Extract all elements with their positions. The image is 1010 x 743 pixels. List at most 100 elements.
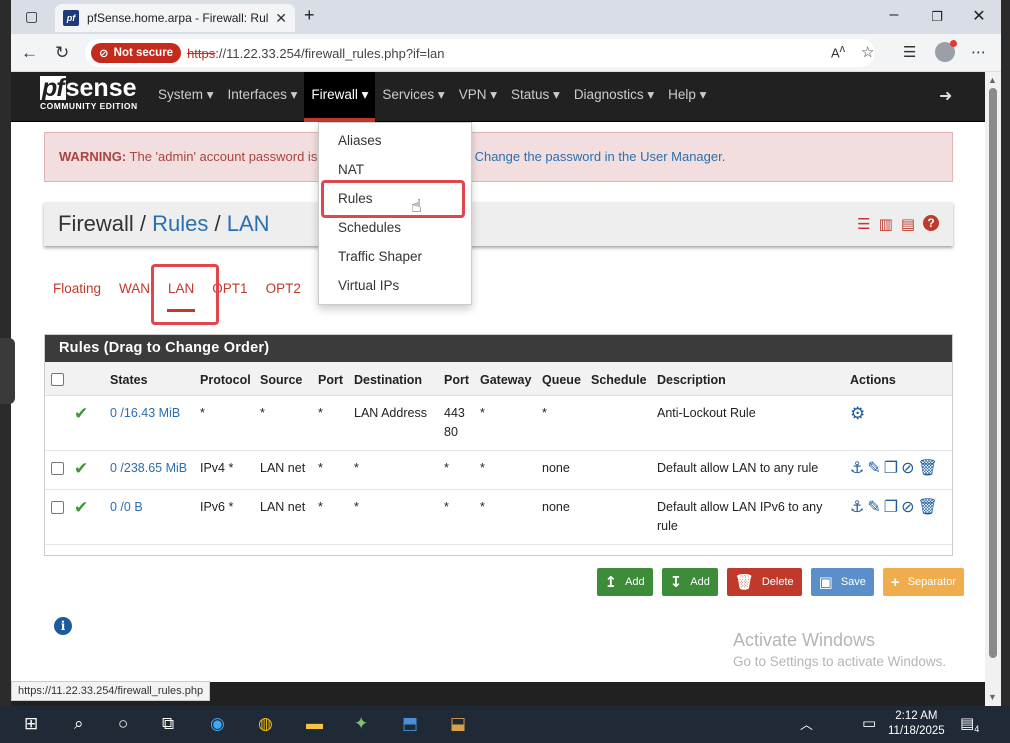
bar-chart-icon[interactable]: ▥ xyxy=(879,215,893,233)
logout-icon[interactable]: ➜ xyxy=(939,86,952,106)
menu-system[interactable]: System ▾ xyxy=(151,72,221,122)
not-secure-badge[interactable]: ⊘ Not secure xyxy=(91,43,182,63)
menu-status[interactable]: Status ▾ xyxy=(504,72,567,122)
edit-pencil-icon[interactable]: ✎ xyxy=(867,498,880,517)
anchor-icon[interactable]: ⚓ xyxy=(850,498,864,517)
enabled-check-icon[interactable]: ✔ xyxy=(74,498,88,517)
close-tab-icon[interactable]: ✕ xyxy=(275,10,287,27)
browser-tab[interactable]: pf pfSense.home.arpa - Firewall: Rul ✕ xyxy=(55,4,295,32)
restore-icon[interactable]: ❐ xyxy=(927,9,947,25)
save-label: Save xyxy=(840,576,866,588)
add-rule-top-button[interactable]: ↥ Add xyxy=(596,568,653,596)
disable-icon[interactable]: ⊘ xyxy=(901,498,914,517)
help-icon[interactable]: ? xyxy=(923,215,939,231)
tab-actions-icon[interactable]: ▢ xyxy=(25,8,38,25)
profile-avatar[interactable] xyxy=(935,40,957,62)
save-button[interactable]: ▣ Save xyxy=(810,568,874,596)
gear-icon[interactable]: ⚙ xyxy=(850,404,865,423)
menu-diagnostics[interactable]: Diagnostics ▾ xyxy=(567,72,661,122)
change-password-link[interactable]: Change the password in the User Manager. xyxy=(475,149,726,164)
clock[interactable]: 2:12 AM 11/18/2025 xyxy=(888,709,945,739)
activate-windows-watermark: Activate Windows Go to Settings to activ… xyxy=(733,630,946,669)
col-schedule: Schedule xyxy=(588,362,654,396)
edge-browser-icon[interactable]: ◉ xyxy=(210,714,225,734)
remote-desktop-icon[interactable]: ⬓ xyxy=(450,714,466,734)
edit-pencil-icon[interactable]: ✎ xyxy=(867,459,880,478)
table-header-row: States Protocol Source Port Destination … xyxy=(45,362,952,396)
anchor-icon[interactable]: ⚓ xyxy=(850,459,864,478)
table-row[interactable]: ✔ 0 /16.43 MiB * * * LAN Address 443 80 … xyxy=(45,395,952,451)
menu-services[interactable]: Services ▾ xyxy=(375,72,451,122)
search-icon[interactable]: ⌕ xyxy=(74,714,84,734)
row-actions: ⚓ ✎ ❐ ⊘ 🗑 xyxy=(847,450,952,490)
delete-button[interactable]: 🗑 Delete xyxy=(726,568,802,596)
table-row[interactable]: ✔ 0 /238.65 MiB IPv4 * LAN net * * * * n… xyxy=(45,450,952,490)
chrome-icon[interactable]: ◍ xyxy=(258,714,273,734)
pfsense-logo[interactable]: pfsense COMMUNITY EDITION xyxy=(40,76,138,111)
page-scrollbar[interactable]: ▲ ▼ xyxy=(985,72,1001,706)
url-text: https://11.22.33.254/firewall_rules.php?… xyxy=(187,46,444,61)
network-app-icon[interactable]: ⬒ xyxy=(402,714,418,734)
new-tab-icon[interactable]: + xyxy=(304,5,315,26)
more-menu-icon[interactable]: ⋯ xyxy=(971,43,986,61)
rule-action-buttons: ↥ Add ↧ Add 🗑 Delete ▣ Save + Separator xyxy=(596,568,964,596)
address-bar: ← ↻ ⊘ Not secure https://11.22.33.254/fir… xyxy=(11,34,1001,72)
scroll-down-icon[interactable]: ▼ xyxy=(988,692,997,702)
minimize-icon[interactable]: – xyxy=(884,6,904,24)
log-list-icon[interactable]: ▤ xyxy=(901,215,915,233)
row-states[interactable]: 0 /16.43 MiB xyxy=(107,395,197,451)
add-rule-bottom-button[interactable]: ↧ Add xyxy=(661,568,718,596)
app-icon[interactable]: ✦ xyxy=(354,714,368,734)
url-field[interactable]: ⊘ Not secure https://11.22.33.254/firewal… xyxy=(85,39,875,67)
trash-icon[interactable]: 🗑 xyxy=(918,459,938,478)
cortana-icon[interactable]: ○ xyxy=(118,714,128,734)
notifications-icon[interactable]: ▤4 xyxy=(960,714,979,734)
side-panel-handle[interactable] xyxy=(0,338,15,404)
select-all-checkbox[interactable] xyxy=(51,373,64,386)
windows-start-icon[interactable]: ⊞ xyxy=(24,714,38,734)
copy-icon[interactable]: ❐ xyxy=(884,498,898,517)
menu-interfaces[interactable]: Interfaces ▾ xyxy=(221,72,305,122)
row-checkbox[interactable] xyxy=(51,462,64,475)
tray-chevron-icon[interactable]: ︿ xyxy=(800,714,813,733)
notification-count: 4 xyxy=(974,724,980,734)
menu-item-traffic-shaper[interactable]: Traffic Shaper xyxy=(319,242,471,271)
refresh-icon[interactable]: ↻ xyxy=(55,43,69,63)
row-queue: * xyxy=(539,395,588,451)
row-actions: ⚓ ✎ ❐ ⊘ 🗑 xyxy=(847,489,952,545)
menu-firewall[interactable]: Firewall ▾ xyxy=(304,72,376,122)
breadcrumb-rules[interactable]: Rules xyxy=(152,211,208,236)
menu-item-aliases[interactable]: Aliases xyxy=(319,126,471,155)
favorite-star-icon[interactable]: ☆ xyxy=(861,43,874,61)
read-aloud-icon[interactable]: Aʌ xyxy=(831,43,845,60)
copy-icon[interactable]: ❐ xyxy=(884,459,898,478)
add-top-label: Add xyxy=(625,576,645,588)
back-icon[interactable]: ← xyxy=(21,43,38,63)
tab-opt2[interactable]: OPT2 xyxy=(257,277,310,300)
task-view-icon[interactable]: ⧉ xyxy=(162,714,174,734)
table-row[interactable]: ✔ 0 /0 B IPv6 * LAN net * * * * none Def… xyxy=(45,489,952,545)
select-all-header xyxy=(45,362,71,396)
close-window-icon[interactable]: ✕ xyxy=(969,6,989,26)
menu-item-virtual-ips[interactable]: Virtual IPs xyxy=(319,271,471,300)
row-states[interactable]: 0 /238.65 MiB xyxy=(107,450,197,490)
separator-button[interactable]: + Separator xyxy=(882,568,964,596)
network-tray-icon[interactable]: ▭ xyxy=(862,714,876,732)
disable-icon[interactable]: ⊘ xyxy=(901,459,914,478)
favorites-list-icon[interactable]: ☰ xyxy=(903,43,916,61)
file-explorer-icon[interactable]: ▬ xyxy=(306,714,323,734)
breadcrumb-lan[interactable]: LAN xyxy=(227,211,270,236)
col-dest-port: Port xyxy=(441,362,477,396)
enabled-check-icon[interactable]: ✔ xyxy=(74,459,88,478)
menu-vpn[interactable]: VPN ▾ xyxy=(452,72,504,122)
scroll-up-icon[interactable]: ▲ xyxy=(988,75,997,85)
scrollbar-thumb[interactable] xyxy=(989,88,997,658)
tab-floating[interactable]: Floating xyxy=(44,277,110,300)
row-states[interactable]: 0 /0 B xyxy=(107,489,197,545)
sliders-icon[interactable]: ☰ xyxy=(857,215,870,233)
trash-icon[interactable]: 🗑 xyxy=(918,498,938,517)
menu-help[interactable]: Help ▾ xyxy=(661,72,713,122)
row-dest-port: * xyxy=(441,489,477,545)
row-checkbox[interactable] xyxy=(51,501,64,514)
info-icon[interactable]: i xyxy=(54,617,72,635)
